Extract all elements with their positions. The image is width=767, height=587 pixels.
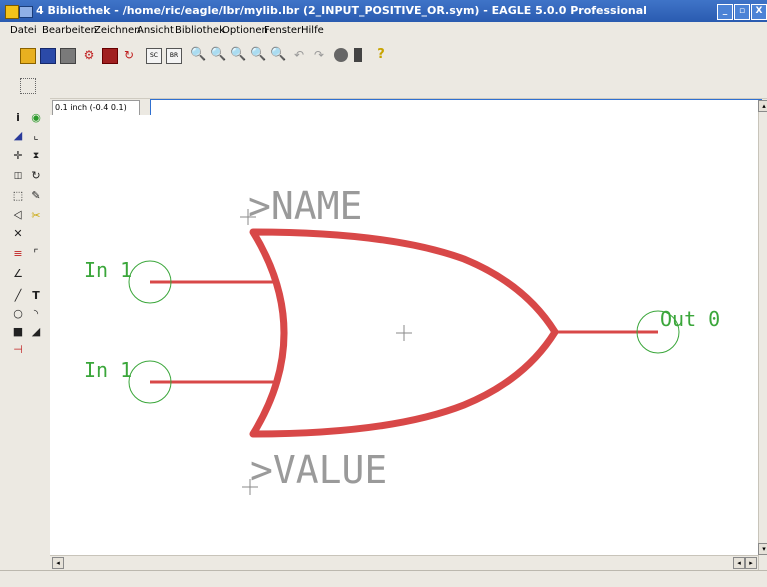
- menu-bibliothek[interactable]: Bibliothek: [175, 25, 225, 36]
- display-icon[interactable]: ◢: [12, 130, 24, 142]
- undo-icon[interactable]: ↶: [292, 48, 306, 62]
- pin-label-in1: In 1: [84, 258, 132, 282]
- maximize-button[interactable]: ▫: [734, 4, 750, 20]
- stop-icon[interactable]: [334, 48, 348, 62]
- save-icon[interactable]: [40, 48, 56, 64]
- symbol-canvas[interactable]: >NAME >VALUE In 1 In 1 Out 0: [50, 115, 758, 555]
- info-icon[interactable]: i: [12, 112, 24, 124]
- scroll-down-button[interactable]: ▾: [758, 543, 767, 555]
- zoom-redraw-icon[interactable]: 🔍: [250, 48, 266, 62]
- pin-label-out: Out 0: [660, 307, 720, 331]
- split-icon[interactable]: ≡: [12, 248, 24, 260]
- redo-icon[interactable]: ↷: [312, 48, 326, 62]
- text-icon[interactable]: T: [30, 290, 42, 302]
- mirror-icon[interactable]: ◫: [12, 170, 24, 182]
- origin-cross: [396, 325, 412, 341]
- menu-zeichnen[interactable]: Zeichnen: [94, 25, 140, 36]
- scroll-up-button[interactable]: ▴: [758, 100, 767, 112]
- parameter-toolbar: [0, 72, 767, 99]
- arc-icon[interactable]: ◝: [30, 308, 42, 320]
- delete-icon[interactable]: ✕: [12, 228, 24, 240]
- pin-label-in2: In 1: [84, 358, 132, 382]
- copy-icon[interactable]: ⧗: [30, 150, 42, 162]
- scroll-left-button[interactable]: ◂: [52, 557, 64, 569]
- cam-icon[interactable]: ⚙: [82, 48, 96, 62]
- pin-icon[interactable]: ⊣: [12, 344, 24, 356]
- menu-bar: Datei Bearbeiten Zeichnen Ansicht Biblio…: [0, 22, 767, 40]
- print-icon[interactable]: [60, 48, 76, 64]
- circle-icon[interactable]: ○: [12, 308, 24, 320]
- window-title: 4 Bibliothek - /home/ric/eagle/lbr/mylib…: [36, 4, 647, 17]
- layer-grid-icon[interactable]: [20, 78, 36, 94]
- name-label: >NAME: [248, 184, 362, 228]
- main-toolbar: ⚙ ↻ SC BR 🔍 🔍 🔍 🔍 🔍 ↶ ↷ ?: [0, 40, 767, 73]
- zoom-fit-icon[interactable]: 🔍: [190, 48, 206, 62]
- menu-ansicht[interactable]: Ansicht: [137, 25, 174, 36]
- run-icon[interactable]: ↻: [122, 48, 136, 62]
- menu-optionen[interactable]: Optionen: [222, 25, 268, 36]
- horizontal-scrollbar[interactable]: ◂ ◂ ▸: [50, 555, 758, 569]
- board-icon[interactable]: BR: [166, 48, 182, 64]
- window-menu-icon[interactable]: [19, 6, 33, 18]
- zoom-select-icon[interactable]: 🔍: [270, 48, 286, 62]
- close-button[interactable]: X: [751, 4, 767, 20]
- cut-icon[interactable]: ✂: [30, 210, 42, 222]
- mark-icon[interactable]: ⌞: [30, 130, 42, 142]
- miter-icon[interactable]: ⌜: [30, 248, 42, 260]
- paste-icon[interactable]: ⨞: [12, 210, 24, 222]
- menu-datei[interactable]: Datei: [10, 25, 37, 36]
- go-icon[interactable]: [354, 48, 362, 62]
- group-icon[interactable]: ⬚: [12, 190, 24, 202]
- coordinate-display: 0.1 inch (-0.4 0.1): [52, 100, 140, 116]
- show-icon[interactable]: ◉: [30, 112, 42, 124]
- status-bar: [0, 570, 767, 587]
- minimize-button[interactable]: _: [717, 4, 733, 20]
- value-label: >VALUE: [250, 448, 387, 492]
- move-icon[interactable]: ✛: [12, 150, 24, 162]
- menu-hilfe[interactable]: Hilfe: [301, 25, 324, 36]
- app-icon: [5, 5, 19, 19]
- zoom-in-icon[interactable]: 🔍: [210, 48, 226, 62]
- title-bar: 4 Bibliothek - /home/ric/eagle/lbr/mylib…: [0, 0, 767, 22]
- vertical-scrollbar[interactable]: ▴ ▾: [758, 100, 767, 570]
- menu-bearbeiten[interactable]: Bearbeiten: [42, 25, 97, 36]
- polygon-icon[interactable]: ◢: [30, 326, 42, 338]
- zoom-out-icon[interactable]: 🔍: [230, 48, 246, 62]
- rect-icon[interactable]: ■: [12, 326, 24, 338]
- symbol-drawing: >NAME >VALUE In 1 In 1 Out 0: [84, 184, 720, 495]
- rotate-icon[interactable]: ↻: [30, 170, 42, 182]
- help-icon[interactable]: ?: [374, 48, 388, 62]
- optimize-icon[interactable]: ∠: [12, 268, 24, 280]
- menu-fenster[interactable]: Fenster: [264, 25, 301, 36]
- open-icon[interactable]: [20, 48, 36, 64]
- tool-palette: i ◉ ◢ ⌞ ✛ ⧗ ◫ ↻ ⬚ ✎ ⨞ ✂ ✕ ≡ ⌜ ∠ ╱ T ○ ◝ …: [0, 98, 50, 568]
- scroll-right-button[interactable]: ◂: [733, 557, 745, 569]
- scroll-right-button-2[interactable]: ▸: [745, 557, 757, 569]
- script-icon[interactable]: [102, 48, 118, 64]
- wire-icon[interactable]: ╱: [12, 290, 24, 302]
- change-icon[interactable]: ✎: [30, 190, 42, 202]
- schematic-icon[interactable]: SC: [146, 48, 162, 64]
